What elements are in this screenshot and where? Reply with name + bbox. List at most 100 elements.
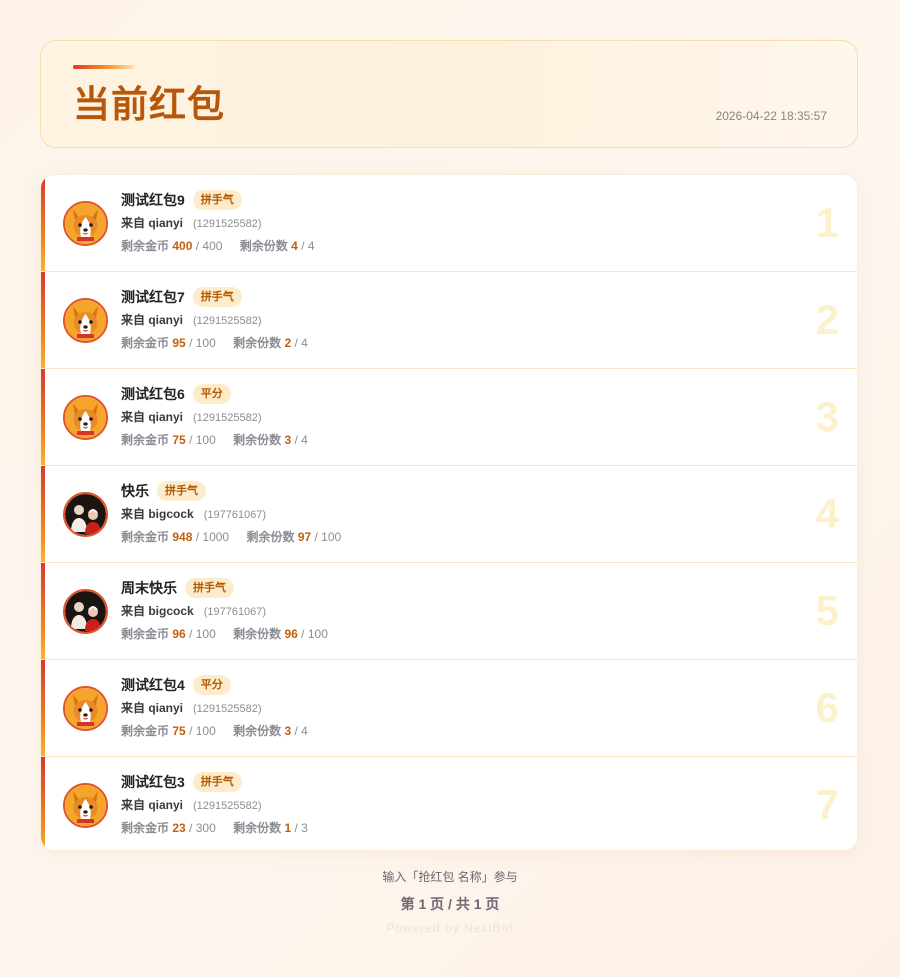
row-index: 3 [815,393,839,440]
sender-line: 来自 qianyi (1291525582) [121,796,322,814]
stats-line: 剩余金币 75 / 100 剩余份数 3 / 4 [121,722,322,740]
coins-label: 剩余金币 [121,724,170,738]
people-avatar [63,589,108,634]
shares-total: / 4 [294,724,308,738]
row-index: 7 [815,781,839,828]
powered-by: Powered by NextBot [386,921,514,935]
row-info: 测试红包9 拼手气 来自 qianyi (1291525582) 剩余金币 400… [121,189,329,255]
shares-label: 剩余份数 [233,627,282,641]
shares-left: 96 [284,627,298,641]
sender-line: 来自 qianyi (1291525582) [121,408,322,426]
name-line: 测试红包4 平分 [121,674,322,696]
corgi-avatar [63,395,108,440]
row-accent-bar [41,757,45,850]
row-info: 测试红包7 拼手气 来自 qianyi (1291525582) 剩余金币 95 … [121,286,322,352]
coins-stat: 剩余金币 948 / 1000 [121,530,229,544]
sender-name: 来自 bigcock [121,604,194,618]
shares-label: 剩余份数 [233,433,282,447]
red-packet-row-5[interactable]: 周末快乐 拼手气 来自 bigcock (197761067) 剩余金币 96 /… [41,563,857,660]
sender-line: 来自 qianyi (1291525582) [121,311,322,329]
name-line: 测试红包6 平分 [121,383,322,405]
coins-left: 400 [172,239,193,253]
sender-id: (1291525582) [193,315,262,327]
shares-left: 97 [297,530,312,544]
coins-left: 948 [172,530,193,544]
coins-total: / 100 [189,433,216,447]
shares-stat: 剩余份数 4 / 4 [240,239,315,253]
corgi-avatar [63,783,108,828]
sender-id: (197761067) [203,509,267,521]
row-index: 6 [815,684,839,731]
row-info: 快乐 拼手气 来自 bigcock (197761067) 剩余金币 948 / … [121,480,355,546]
people-avatar [63,492,108,537]
row-info: 测试红包4 平分 来自 qianyi (1291525582) 剩余金币 75 /… [121,674,322,740]
red-packet-name: 测试红包7 [121,289,185,305]
red-packet-row-2[interactable]: 测试红包7 拼手气 来自 qianyi (1291525582) 剩余金币 95 … [41,272,857,369]
coins-total: / 1000 [195,530,230,544]
type-badge: 拼手气 [157,481,206,501]
red-packet-name: 测试红包6 [121,386,185,402]
sender-line: 来自 bigcock (197761067) [121,505,355,523]
row-info: 周末快乐 拼手气 来自 bigcock (197761067) 剩余金币 96 /… [121,577,342,643]
shares-total: / 3 [294,821,308,835]
stats-line: 剩余金币 400 / 400 剩余份数 4 / 4 [121,237,329,255]
sender-name: 来自 bigcock [121,507,194,521]
red-packet-row-7[interactable]: 测试红包3 拼手气 来自 qianyi (1291525582) 剩余金币 23 … [41,757,857,850]
row-accent-bar [41,660,45,756]
red-packet-name: 测试红包9 [121,192,185,208]
red-packet-name: 周末快乐 [121,580,177,596]
red-packet-name: 快乐 [121,483,149,499]
coins-total: / 400 [195,239,223,253]
coins-left: 95 [172,336,186,350]
coins-total: / 100 [189,627,216,641]
sender-name: 来自 qianyi [121,216,184,230]
coins-stat: 剩余金币 96 / 100 [121,627,216,641]
sender-line: 来自 qianyi (1291525582) [121,214,329,232]
sender-id: (1291525582) [193,218,262,230]
row-info: 测试红包3 拼手气 来自 qianyi (1291525582) 剩余金币 23 … [121,771,322,837]
shares-left: 3 [284,433,292,447]
red-packet-row-6[interactable]: 测试红包4 平分 来自 qianyi (1291525582) 剩余金币 75 /… [41,660,857,757]
red-packet-row-1[interactable]: 测试红包9 拼手气 来自 qianyi (1291525582) 剩余金币 400… [41,175,857,272]
coins-total: / 300 [189,821,216,835]
shares-left: 1 [284,821,292,835]
row-accent-bar [41,563,45,659]
coins-left: 23 [172,821,186,835]
sender-name: 来自 qianyi [121,701,184,715]
coins-left: 75 [172,433,186,447]
shares-total: / 4 [294,336,308,350]
corgi-avatar [63,201,108,246]
red-packet-name: 测试红包3 [121,774,185,790]
row-accent-bar [41,466,45,562]
coins-stat: 剩余金币 75 / 100 [121,433,216,447]
name-line: 周末快乐 拼手气 [121,577,342,599]
shares-stat: 剩余份数 1 / 3 [233,821,308,835]
shares-total: / 4 [301,239,315,253]
coins-label: 剩余金币 [121,821,170,835]
row-accent-bar [41,369,45,465]
shares-left: 3 [284,724,292,738]
type-badge: 拼手气 [192,190,242,210]
red-packet-row-4[interactable]: 快乐 拼手气 来自 bigcock (197761067) 剩余金币 948 / … [41,466,857,563]
coins-label: 剩余金币 [121,239,170,253]
coins-left: 75 [172,724,186,738]
coins-total: / 100 [189,336,216,350]
coins-stat: 剩余金币 400 / 400 [121,239,222,253]
shares-stat: 剩余份数 3 / 4 [233,433,308,447]
row-accent-bar [41,175,45,271]
sender-line: 来自 bigcock (197761067) [121,602,342,620]
row-index: 4 [815,490,839,537]
red-packet-list: 测试红包9 拼手气 来自 qianyi (1291525582) 剩余金币 400… [40,174,858,851]
coins-label: 剩余金币 [121,627,170,641]
coins-label: 剩余金币 [121,336,170,350]
stats-line: 剩余金币 75 / 100 剩余份数 3 / 4 [121,431,322,449]
type-badge: 平分 [192,675,231,695]
coins-left: 96 [172,627,186,641]
red-packet-row-3[interactable]: 测试红包6 平分 来自 qianyi (1291525582) 剩余金币 75 /… [41,369,857,466]
page-title: 当前红包 [73,84,225,125]
sender-name: 来自 qianyi [121,313,184,327]
coins-stat: 剩余金币 23 / 300 [121,821,216,835]
corgi-avatar [63,298,108,343]
coins-label: 剩余金币 [121,433,170,447]
row-index: 2 [815,296,839,343]
